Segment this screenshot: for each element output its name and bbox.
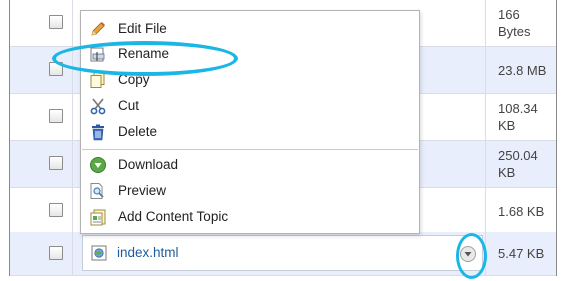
menu-item-delete[interactable]: Delete	[81, 119, 419, 145]
file-size: 166 Bytes	[485, 0, 545, 46]
menu-item-cut[interactable]: Cut	[81, 93, 419, 119]
menu-item-download[interactable]: Download	[81, 152, 419, 178]
menu-item-edit-file[interactable]: Edit File	[81, 16, 419, 42]
trash-icon	[92, 124, 104, 141]
row-checkbox[interactable]	[49, 156, 63, 170]
file-name-bar[interactable]: index.html	[82, 235, 483, 271]
menu-divider	[82, 149, 418, 150]
pencil-icon	[91, 22, 105, 36]
file-size: 5.47 KB	[485, 232, 556, 275]
dropdown-highlight-ring	[456, 233, 487, 279]
scissors-icon	[90, 98, 106, 115]
file-size: 1.68 KB	[485, 188, 556, 234]
file-size: 108.34 KB	[485, 94, 545, 140]
row-checkbox[interactable]	[49, 15, 63, 29]
preview-icon	[90, 183, 104, 199]
menu-item-preview[interactable]: Preview	[81, 178, 419, 204]
file-size: 250.04 KB	[485, 141, 545, 187]
row-checkbox[interactable]	[49, 109, 63, 123]
download-icon	[90, 157, 106, 173]
file-size: 23.8 MB	[485, 47, 556, 93]
file-name-link[interactable]: index.html	[117, 245, 179, 260]
webpage-icon	[91, 245, 107, 261]
row-checkbox[interactable]	[49, 203, 63, 217]
content-topic-icon	[90, 209, 106, 226]
menu-item-add-content-topic[interactable]: Add Content Topic	[81, 204, 419, 230]
rename-highlight-ring	[52, 41, 238, 76]
row-checkbox[interactable]	[49, 246, 63, 260]
